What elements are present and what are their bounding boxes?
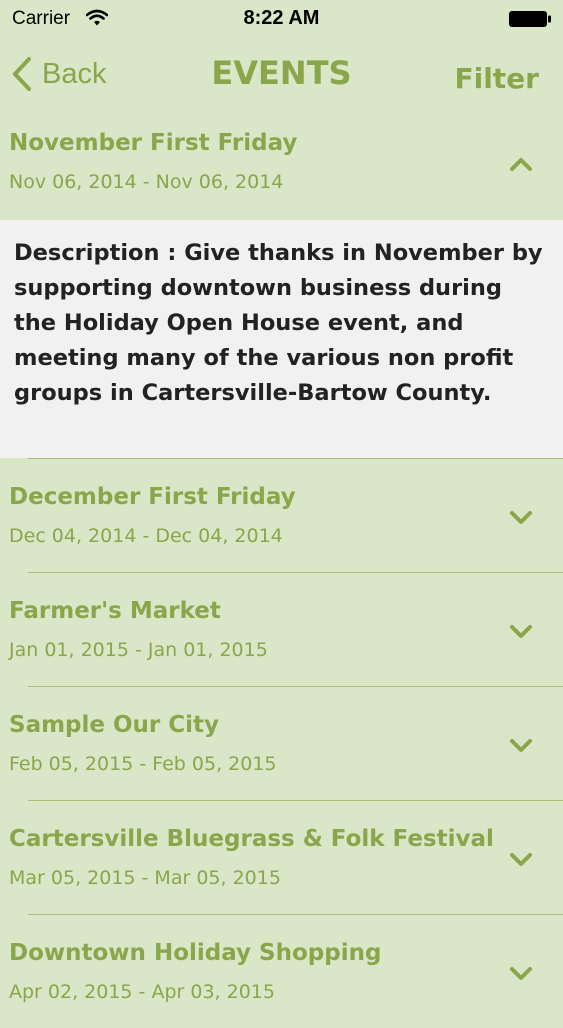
event-title: Sample Our City bbox=[9, 712, 220, 738]
row-divider bbox=[28, 572, 563, 573]
status-time: 8:22 AM bbox=[243, 7, 320, 29]
event-dates: Mar 05, 2015 - Mar 05, 2015 bbox=[9, 867, 281, 889]
event-dates: Jan 01, 2015 - Jan 01, 2015 bbox=[9, 639, 268, 661]
event-title: December First Friday bbox=[9, 484, 296, 510]
event-row[interactable]: Cartersville Bluegrass & Folk Festival M… bbox=[0, 800, 563, 914]
row-divider bbox=[28, 686, 563, 687]
event-dates: Feb 05, 2015 - Feb 05, 2015 bbox=[9, 753, 277, 775]
event-row[interactable]: Farmer's Market Jan 01, 2015 - Jan 01, 2… bbox=[0, 572, 563, 686]
event-row[interactable]: Downtown Holiday Shopping Apr 02, 2015 -… bbox=[0, 914, 563, 1028]
event-title: Cartersville Bluegrass & Folk Festival bbox=[9, 826, 494, 852]
row-divider bbox=[28, 458, 563, 459]
event-title: Farmer's Market bbox=[9, 598, 221, 624]
event-description-panel: Description : Give thanks in November by… bbox=[0, 220, 563, 458]
navigation-bar: Back EVENTS Filter bbox=[0, 40, 563, 120]
chevron-down-icon[interactable] bbox=[509, 852, 533, 868]
event-dates: Dec 04, 2014 - Dec 04, 2014 bbox=[9, 525, 283, 547]
event-list: November First Friday Nov 06, 2014 - Nov… bbox=[0, 120, 563, 1028]
status-bar: Carrier 8:22 AM bbox=[0, 0, 563, 40]
chevron-down-icon[interactable] bbox=[509, 510, 533, 526]
chevron-down-icon[interactable] bbox=[509, 738, 533, 754]
row-divider bbox=[28, 800, 563, 801]
event-row[interactable]: Sample Our City Feb 05, 2015 - Feb 05, 2… bbox=[0, 686, 563, 800]
chevron-down-icon[interactable] bbox=[509, 966, 533, 982]
chevron-up-icon[interactable] bbox=[509, 156, 533, 172]
battery-icon bbox=[509, 11, 551, 27]
event-row[interactable]: December First Friday Dec 04, 2014 - Dec… bbox=[0, 458, 563, 572]
event-title: Downtown Holiday Shopping bbox=[9, 940, 382, 966]
row-divider bbox=[28, 914, 563, 915]
chevron-down-icon[interactable] bbox=[509, 624, 533, 640]
expanded-event-header[interactable]: November First Friday Nov 06, 2014 - Nov… bbox=[0, 120, 563, 220]
filter-button[interactable]: Filter bbox=[454, 62, 539, 95]
event-description: Description : Give thanks in November by… bbox=[14, 240, 543, 406]
event-title: November First Friday bbox=[9, 130, 298, 156]
event-dates: Nov 06, 2014 - Nov 06, 2014 bbox=[9, 171, 284, 193]
